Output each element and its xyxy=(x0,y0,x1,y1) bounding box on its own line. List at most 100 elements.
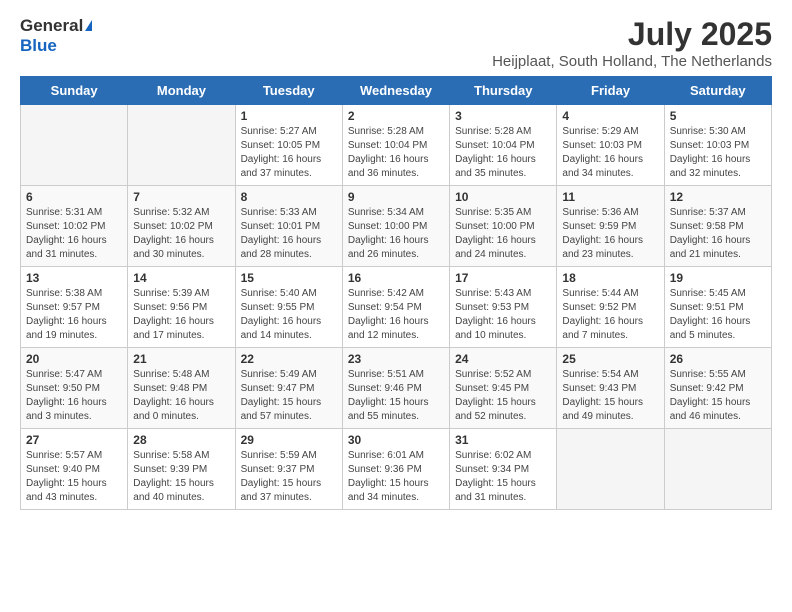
day-number: 16 xyxy=(348,271,444,285)
day-info: Sunrise: 5:55 AM Sunset: 9:42 PM Dayligh… xyxy=(670,368,766,424)
col-tuesday: Tuesday xyxy=(235,77,342,105)
col-friday: Friday xyxy=(557,77,664,105)
calendar-week-row: 13 Sunrise: 5:38 AM Sunset: 9:57 PM Dayli… xyxy=(21,267,772,348)
day-info: Sunrise: 5:47 AM Sunset: 9:50 PM Dayligh… xyxy=(26,368,122,424)
day-number: 12 xyxy=(670,190,766,204)
day-info: Sunrise: 5:28 AM Sunset: 10:04 PM Daylig… xyxy=(348,125,444,181)
day-number: 28 xyxy=(133,433,229,447)
logo: General Blue xyxy=(20,16,92,56)
day-info: Sunrise: 5:52 AM Sunset: 9:45 PM Dayligh… xyxy=(455,368,551,424)
calendar-cell: 30Sunrise: 6:01 AM Sunset: 9:36 PM Dayli… xyxy=(342,429,449,510)
day-number: 4 xyxy=(562,109,658,123)
day-info: Sunrise: 5:28 AM Sunset: 10:04 PM Daylig… xyxy=(455,125,551,181)
calendar-body: 1 Sunrise: 5:27 AM Sunset: 10:05 PM Dayli… xyxy=(21,105,772,510)
calendar-cell: 11Sunrise: 5:36 AM Sunset: 9:59 PM Dayli… xyxy=(557,186,664,267)
calendar-cell: 6 Sunrise: 5:31 AM Sunset: 10:02 PM Dayli… xyxy=(21,186,128,267)
day-info: Sunrise: 5:39 AM Sunset: 9:56 PM Dayligh… xyxy=(133,287,229,343)
day-number: 1 xyxy=(241,109,337,123)
day-info: Sunrise: 5:38 AM Sunset: 9:57 PM Dayligh… xyxy=(26,287,122,343)
day-info: Sunrise: 5:37 AM Sunset: 9:58 PM Dayligh… xyxy=(670,206,766,262)
calendar-cell: 25Sunrise: 5:54 AM Sunset: 9:43 PM Dayli… xyxy=(557,348,664,429)
day-number: 10 xyxy=(455,190,551,204)
calendar-cell: 20 Sunrise: 5:47 AM Sunset: 9:50 PM Dayli… xyxy=(21,348,128,429)
calendar-cell: 9 Sunrise: 5:34 AM Sunset: 10:00 PM Dayli… xyxy=(342,186,449,267)
calendar-week-row: 1 Sunrise: 5:27 AM Sunset: 10:05 PM Dayli… xyxy=(21,105,772,186)
day-info: Sunrise: 5:40 AM Sunset: 9:55 PM Dayligh… xyxy=(241,287,337,343)
calendar-subtitle: Heijplaat, South Holland, The Netherland… xyxy=(492,53,772,70)
calendar-cell: 24 Sunrise: 5:52 AM Sunset: 9:45 PM Dayli… xyxy=(450,348,557,429)
calendar-cell: 28 Sunrise: 5:58 AM Sunset: 9:39 PM Dayli… xyxy=(128,429,235,510)
day-info: Sunrise: 5:33 AM Sunset: 10:01 PM Daylig… xyxy=(241,206,337,262)
day-number: 22 xyxy=(241,352,337,366)
day-info: Sunrise: 5:30 AM Sunset: 10:03 PM Daylig… xyxy=(670,125,766,181)
calendar-cell: 1 Sunrise: 5:27 AM Sunset: 10:05 PM Dayli… xyxy=(235,105,342,186)
day-number: 24 xyxy=(455,352,551,366)
calendar-header: Sunday Monday Tuesday Wednesday Thursday… xyxy=(21,77,772,105)
calendar-cell: 26Sunrise: 5:55 AM Sunset: 9:42 PM Dayli… xyxy=(664,348,771,429)
calendar-cell: 27 Sunrise: 5:57 AM Sunset: 9:40 PM Dayli… xyxy=(21,429,128,510)
calendar-cell: 8Sunrise: 5:33 AM Sunset: 10:01 PM Dayli… xyxy=(235,186,342,267)
calendar-cell xyxy=(21,105,128,186)
col-monday: Monday xyxy=(128,77,235,105)
day-number: 30 xyxy=(348,433,444,447)
day-info: Sunrise: 5:31 AM Sunset: 10:02 PM Daylig… xyxy=(26,206,122,262)
calendar-cell: 15 Sunrise: 5:40 AM Sunset: 9:55 PM Dayli… xyxy=(235,267,342,348)
title-area: July 2025 Heijplaat, South Holland, The … xyxy=(492,16,772,70)
calendar-cell: 18Sunrise: 5:44 AM Sunset: 9:52 PM Dayli… xyxy=(557,267,664,348)
day-number: 9 xyxy=(348,190,444,204)
day-number: 13 xyxy=(26,271,122,285)
calendar-cell: 3Sunrise: 5:28 AM Sunset: 10:04 PM Dayli… xyxy=(450,105,557,186)
calendar-cell: 19Sunrise: 5:45 AM Sunset: 9:51 PM Dayli… xyxy=(664,267,771,348)
day-number: 15 xyxy=(241,271,337,285)
calendar-cell: 22 Sunrise: 5:49 AM Sunset: 9:47 PM Dayli… xyxy=(235,348,342,429)
calendar-cell xyxy=(664,429,771,510)
day-info: Sunrise: 5:27 AM Sunset: 10:05 PM Daylig… xyxy=(241,125,337,181)
calendar-cell: 5 Sunrise: 5:30 AM Sunset: 10:03 PM Dayli… xyxy=(664,105,771,186)
calendar-cell: 10Sunrise: 5:35 AM Sunset: 10:00 PM Dayl… xyxy=(450,186,557,267)
day-number: 7 xyxy=(133,190,229,204)
day-info: Sunrise: 5:36 AM Sunset: 9:59 PM Dayligh… xyxy=(562,206,658,262)
col-thursday: Thursday xyxy=(450,77,557,105)
day-number: 20 xyxy=(26,352,122,366)
day-info: Sunrise: 5:34 AM Sunset: 10:00 PM Daylig… xyxy=(348,206,444,262)
calendar-table: Sunday Monday Tuesday Wednesday Thursday… xyxy=(20,76,772,510)
calendar-cell: 21 Sunrise: 5:48 AM Sunset: 9:48 PM Dayli… xyxy=(128,348,235,429)
day-number: 6 xyxy=(26,190,122,204)
calendar-cell: 16 Sunrise: 5:42 AM Sunset: 9:54 PM Dayli… xyxy=(342,267,449,348)
day-number: 18 xyxy=(562,271,658,285)
calendar-cell: 17 Sunrise: 5:43 AM Sunset: 9:53 PM Dayli… xyxy=(450,267,557,348)
day-info: Sunrise: 5:49 AM Sunset: 9:47 PM Dayligh… xyxy=(241,368,337,424)
calendar-title: July 2025 xyxy=(492,16,772,53)
day-info: Sunrise: 5:32 AM Sunset: 10:02 PM Daylig… xyxy=(133,206,229,262)
page: General Blue July 2025 Heijplaat, South … xyxy=(0,0,792,526)
day-number: 31 xyxy=(455,433,551,447)
day-number: 5 xyxy=(670,109,766,123)
day-number: 27 xyxy=(26,433,122,447)
day-info: Sunrise: 5:43 AM Sunset: 9:53 PM Dayligh… xyxy=(455,287,551,343)
col-wednesday: Wednesday xyxy=(342,77,449,105)
weekday-header-row: Sunday Monday Tuesday Wednesday Thursday… xyxy=(21,77,772,105)
day-number: 2 xyxy=(348,109,444,123)
day-number: 29 xyxy=(241,433,337,447)
calendar-week-row: 27 Sunrise: 5:57 AM Sunset: 9:40 PM Dayli… xyxy=(21,429,772,510)
calendar-cell: 12 Sunrise: 5:37 AM Sunset: 9:58 PM Dayli… xyxy=(664,186,771,267)
calendar-cell xyxy=(128,105,235,186)
header: General Blue July 2025 Heijplaat, South … xyxy=(20,16,772,70)
logo-blue: Blue xyxy=(20,36,57,56)
day-info: Sunrise: 5:42 AM Sunset: 9:54 PM Dayligh… xyxy=(348,287,444,343)
day-info: Sunrise: 5:57 AM Sunset: 9:40 PM Dayligh… xyxy=(26,449,122,505)
calendar-cell: 4Sunrise: 5:29 AM Sunset: 10:03 PM Dayli… xyxy=(557,105,664,186)
day-number: 17 xyxy=(455,271,551,285)
logo-arrow-icon xyxy=(85,20,92,31)
calendar-cell: 13 Sunrise: 5:38 AM Sunset: 9:57 PM Dayli… xyxy=(21,267,128,348)
day-info: Sunrise: 5:51 AM Sunset: 9:46 PM Dayligh… xyxy=(348,368,444,424)
col-sunday: Sunday xyxy=(21,77,128,105)
day-info: Sunrise: 6:02 AM Sunset: 9:34 PM Dayligh… xyxy=(455,449,551,505)
calendar-cell: 31 Sunrise: 6:02 AM Sunset: 9:34 PM Dayli… xyxy=(450,429,557,510)
day-number: 21 xyxy=(133,352,229,366)
day-number: 19 xyxy=(670,271,766,285)
day-number: 25 xyxy=(562,352,658,366)
calendar-cell: 29Sunrise: 5:59 AM Sunset: 9:37 PM Dayli… xyxy=(235,429,342,510)
day-info: Sunrise: 5:48 AM Sunset: 9:48 PM Dayligh… xyxy=(133,368,229,424)
day-info: Sunrise: 5:58 AM Sunset: 9:39 PM Dayligh… xyxy=(133,449,229,505)
